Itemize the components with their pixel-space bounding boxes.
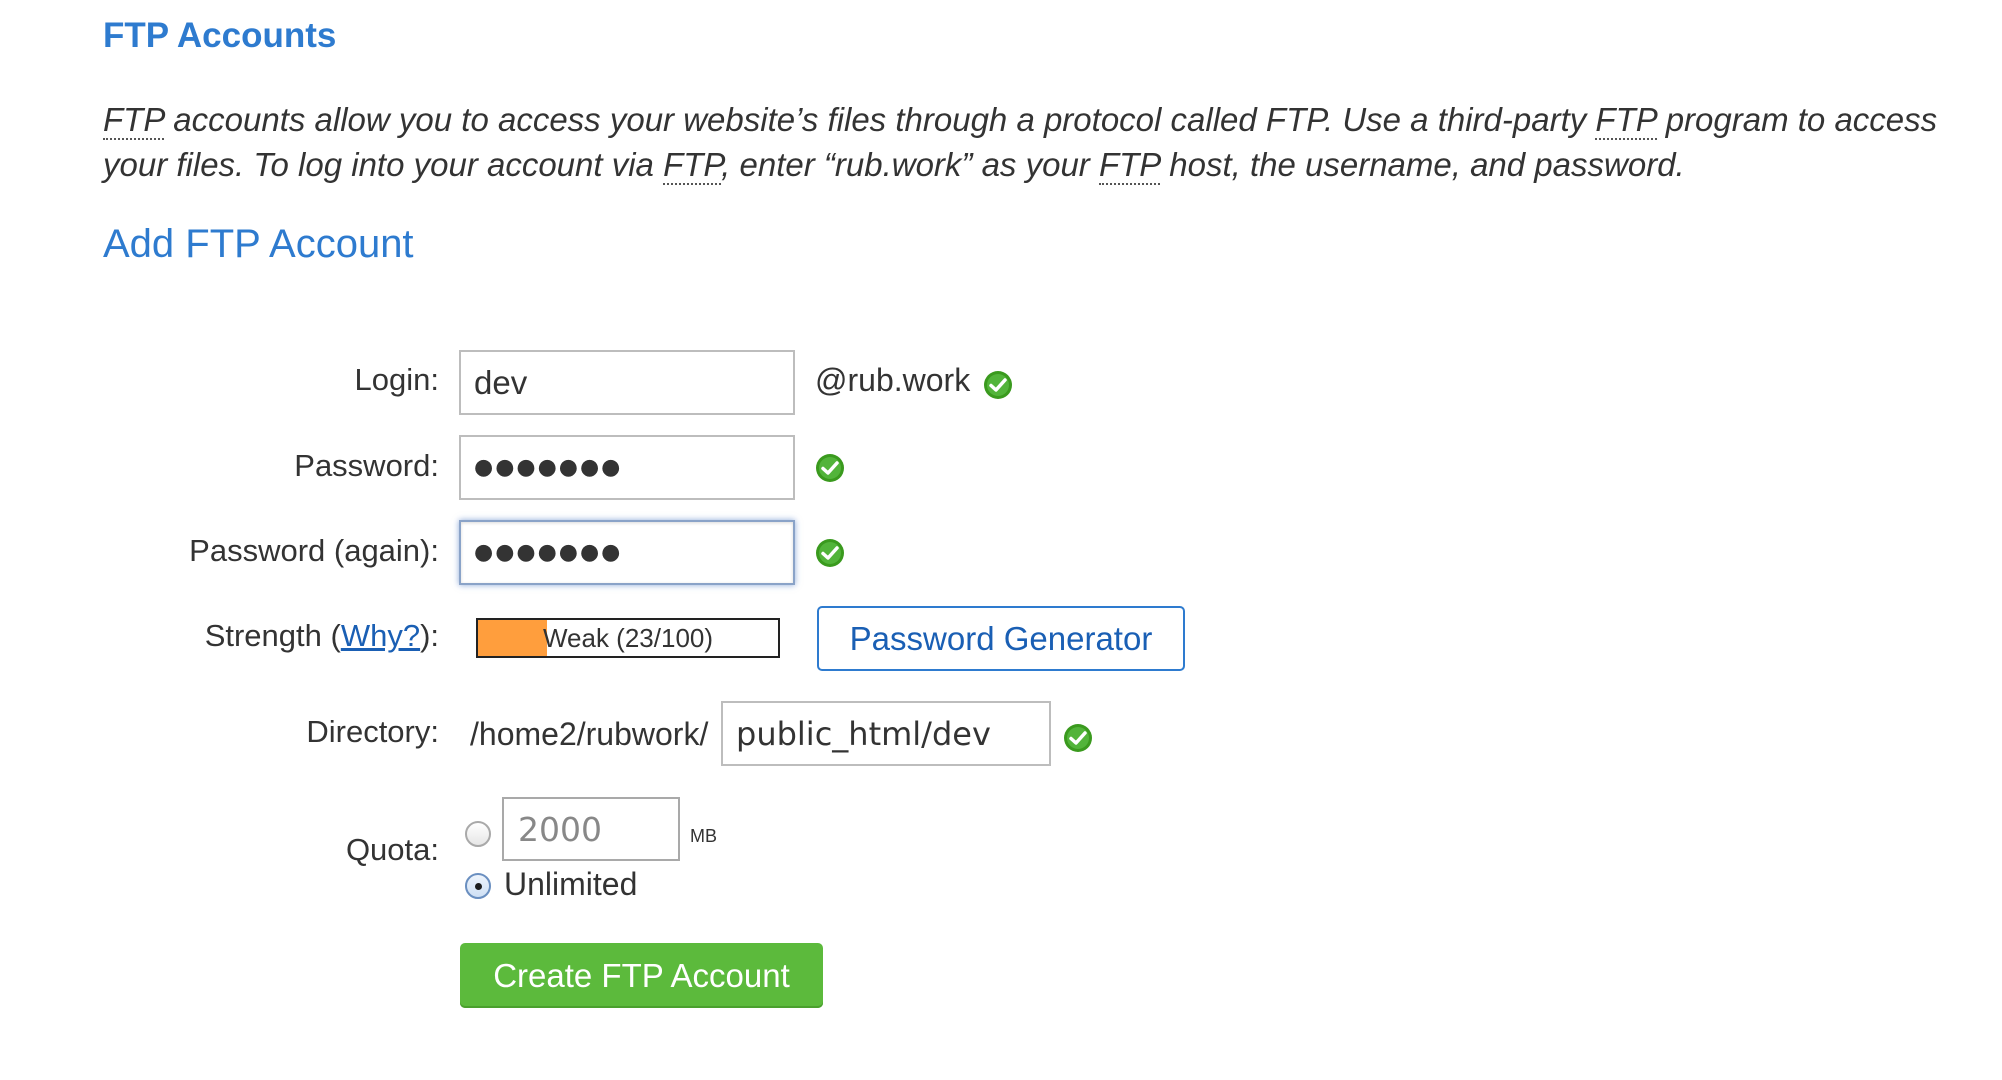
ftp-abbr: FTP	[1595, 101, 1657, 140]
ftp-abbr: FTP	[103, 101, 165, 140]
directory-input[interactable]: public_html/dev	[721, 701, 1051, 766]
why-link[interactable]: Why?	[341, 618, 420, 653]
ftp-abbr: FTP	[663, 146, 722, 185]
password-again-input[interactable]: ●●●●●●●	[459, 520, 795, 585]
quota-label: Quota:	[345, 832, 439, 867]
password-again-label: Password (again):	[189, 533, 439, 568]
login-domain-suffix: @rub.work	[815, 362, 971, 398]
intro-text-part: accounts allow you to access your websit…	[164, 101, 1596, 138]
check-circle-icon	[816, 539, 844, 567]
check-circle-icon	[816, 454, 844, 482]
quota-unlimited-label[interactable]: Unlimited	[504, 866, 637, 903]
password-input[interactable]: ●●●●●●●	[459, 435, 795, 500]
quota-limit-radio[interactable]	[465, 821, 491, 847]
page-title: FTP Accounts	[103, 16, 337, 55]
password-strength-meter: Weak (23/100)	[476, 618, 780, 658]
strength-label: Strength (Why?):	[205, 618, 439, 654]
check-circle-icon	[1064, 724, 1092, 752]
create-ftp-account-button[interactable]: Create FTP Account	[460, 943, 823, 1008]
login-label: Login:	[354, 362, 439, 397]
quota-unit: MB	[690, 826, 717, 846]
login-input[interactable]: dev	[459, 350, 795, 415]
strength-meter-text: Weak (23/100)	[542, 622, 714, 653]
intro-text-part: , enter “rub.work” as your	[721, 146, 1099, 183]
strength-label-prefix: Strength (	[204, 618, 341, 653]
ftp-accounts-page: FTP Accounts FTP accounts allow you to a…	[0, 0, 2002, 1080]
ftp-abbr: FTP	[1098, 146, 1161, 185]
directory-prefix: /home2/rubwork/	[470, 716, 709, 752]
strength-label-suffix: ):	[420, 618, 439, 653]
directory-label: Directory:	[306, 714, 439, 749]
password-label: Password:	[294, 448, 439, 483]
check-circle-icon	[984, 371, 1012, 399]
add-ftp-account-heading: Add FTP Account	[103, 222, 414, 266]
quota-unlimited-radio[interactable]	[465, 873, 491, 899]
quota-limit-input[interactable]: 2000	[502, 797, 680, 861]
intro-text-part: host, the username, and password.	[1160, 146, 1685, 183]
password-generator-button[interactable]: Password Generator	[817, 606, 1185, 671]
intro-text: FTP accounts allow you to access your we…	[103, 97, 1953, 187]
